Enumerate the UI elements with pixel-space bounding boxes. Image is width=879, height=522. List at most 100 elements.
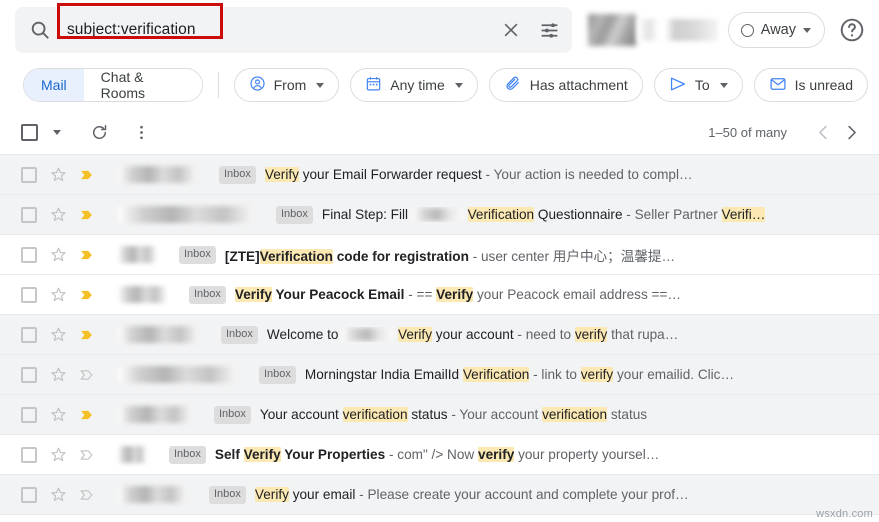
- mail-text: Verify your email - Please create your a…: [254, 487, 689, 502]
- select-all-chevron-down-icon[interactable]: [47, 122, 67, 142]
- mail-row[interactable]: Inbox Verify Your Peacock Email - == Veri…: [0, 275, 879, 315]
- row-checkbox[interactable]: [21, 326, 37, 343]
- row-checkbox[interactable]: [21, 166, 37, 183]
- envelope-icon: [769, 75, 787, 96]
- row-checkbox[interactable]: [21, 366, 37, 383]
- status-menu[interactable]: Away: [727, 12, 825, 48]
- search-highlight: Verification: [467, 207, 535, 222]
- sender-redacted: [118, 406, 191, 423]
- help-icon[interactable]: [839, 17, 865, 43]
- important-marker-icon[interactable]: [78, 446, 96, 464]
- star-icon[interactable]: [50, 166, 67, 183]
- mail-message: Inbox [ZTE]Verification code for registra…: [179, 245, 869, 265]
- chevron-down-icon: [454, 82, 463, 88]
- sender-redacted: [118, 446, 146, 463]
- search-box[interactable]: [15, 3, 572, 53]
- filter-chip-any-time[interactable]: Any time: [350, 68, 478, 102]
- filter-chip-to-label: To: [694, 77, 710, 93]
- paperclip-icon: [504, 75, 522, 96]
- important-marker-icon[interactable]: [78, 246, 96, 264]
- mail-row[interactable]: Inbox Verify your Email Forwarder request…: [0, 155, 879, 195]
- mail-row[interactable]: Inbox Final Step: Fill Verification Quest…: [0, 195, 879, 235]
- star-icon[interactable]: [50, 406, 67, 423]
- mail-text: [ZTE]Verification code for registration …: [225, 245, 675, 265]
- mail-row[interactable]: Inbox Your account verification status - …: [0, 395, 879, 435]
- search-icon: [29, 19, 51, 41]
- mail-row[interactable]: Inbox [ZTE]Verification code for registra…: [0, 235, 879, 275]
- sender-redacted: [118, 166, 196, 183]
- mail-row[interactable]: Inbox Welcome to Verify your account - ne…: [0, 315, 879, 355]
- more-vertical-icon[interactable]: [131, 122, 151, 142]
- star-icon[interactable]: [50, 486, 67, 503]
- calendar-icon: [365, 75, 382, 95]
- sender-redacted: [118, 286, 166, 303]
- important-marker-icon[interactable]: [78, 366, 96, 384]
- search-options-icon[interactable]: [538, 19, 560, 41]
- star-icon[interactable]: [50, 446, 67, 463]
- search-input[interactable]: [63, 21, 500, 39]
- important-marker-icon[interactable]: [78, 166, 96, 184]
- mail-message: Inbox Your account verification status - …: [214, 405, 869, 424]
- search-highlight: Verify: [243, 447, 281, 462]
- row-checkbox[interactable]: [21, 406, 37, 423]
- chevron-left-icon[interactable]: [809, 118, 837, 146]
- row-checkbox[interactable]: [21, 286, 37, 303]
- mail-text: Verify your Email Forwarder request - Yo…: [264, 167, 693, 182]
- row-checkbox[interactable]: [21, 206, 37, 223]
- search-highlight: Verify: [234, 287, 272, 302]
- important-marker-icon[interactable]: [78, 206, 96, 224]
- mail-row[interactable]: Inbox Morningstar India EmailId Verificat…: [0, 355, 879, 395]
- redacted-text: [342, 328, 395, 341]
- chevron-down-icon: [719, 82, 728, 88]
- mail-message: Inbox Verify your email - Please create y…: [209, 485, 869, 504]
- star-icon[interactable]: [50, 206, 67, 223]
- filter-chip-from[interactable]: From: [233, 68, 340, 102]
- sender-redacted: [118, 246, 156, 263]
- important-marker-icon[interactable]: [78, 326, 96, 344]
- mail-subject: Verify Your Peacock Email: [234, 287, 405, 302]
- row-checkbox[interactable]: [21, 246, 37, 263]
- star-icon[interactable]: [50, 246, 67, 263]
- mail-subject: Welcome to Verify your account: [266, 327, 514, 342]
- row-checkbox[interactable]: [21, 446, 37, 463]
- row-checkbox[interactable]: [21, 486, 37, 503]
- refresh-icon[interactable]: [89, 122, 109, 142]
- filter-chip-has-attachment[interactable]: Has attachment: [488, 68, 643, 102]
- sender-redacted: [118, 326, 198, 343]
- mail-message: Inbox Verify your Email Forwarder request…: [219, 165, 869, 184]
- send-icon: [669, 75, 687, 96]
- search-highlight: Verify: [398, 327, 432, 342]
- label-chip-inbox: Inbox: [169, 445, 206, 464]
- mail-row[interactable]: Inbox Self Verify Your Properties - com" …: [0, 435, 879, 475]
- mail-snippet: - user center 用户中心；温馨提…: [468, 248, 676, 264]
- important-marker-icon[interactable]: [78, 486, 96, 504]
- important-marker-icon[interactable]: [78, 406, 96, 424]
- tab-mail[interactable]: Mail: [24, 69, 84, 101]
- filter-chip-to[interactable]: To: [653, 68, 743, 102]
- label-chip-inbox: Inbox: [179, 245, 216, 264]
- mail-message: Inbox Self Verify Your Properties - com" …: [169, 445, 869, 464]
- mail-message: Inbox Morningstar India EmailId Verificat…: [259, 365, 869, 384]
- status-label: Away: [760, 22, 796, 38]
- label-chip-inbox: Inbox: [259, 365, 296, 384]
- chip-divider: [217, 72, 219, 98]
- star-icon[interactable]: [50, 366, 67, 383]
- chevron-right-icon[interactable]: [837, 118, 865, 146]
- star-icon[interactable]: [50, 286, 67, 303]
- mail-row[interactable]: Inbox Verify your email - Please create y…: [0, 475, 879, 515]
- tab-chat-rooms[interactable]: Chat & Rooms: [83, 69, 202, 101]
- avatar[interactable]: [587, 14, 636, 46]
- mail-snippet: - Your action is needed to compl…: [481, 167, 693, 182]
- filter-chip-is-unread[interactable]: Is unread: [753, 68, 868, 102]
- sender-redacted: [118, 206, 253, 223]
- search-highlight: verification: [342, 407, 408, 422]
- important-marker-icon[interactable]: [78, 286, 96, 304]
- mail-text: Verify Your Peacock Email - == Verify yo…: [234, 287, 681, 302]
- star-icon[interactable]: [50, 326, 67, 343]
- redacted-text: [411, 208, 464, 221]
- close-icon[interactable]: [500, 19, 522, 41]
- search-scope-segmented: Mail Chat & Rooms: [23, 68, 203, 102]
- select-all-checkbox[interactable]: [21, 123, 38, 141]
- mail-snippet: - Seller Partner Verifi…: [622, 207, 766, 222]
- search-highlight: verify: [574, 327, 608, 342]
